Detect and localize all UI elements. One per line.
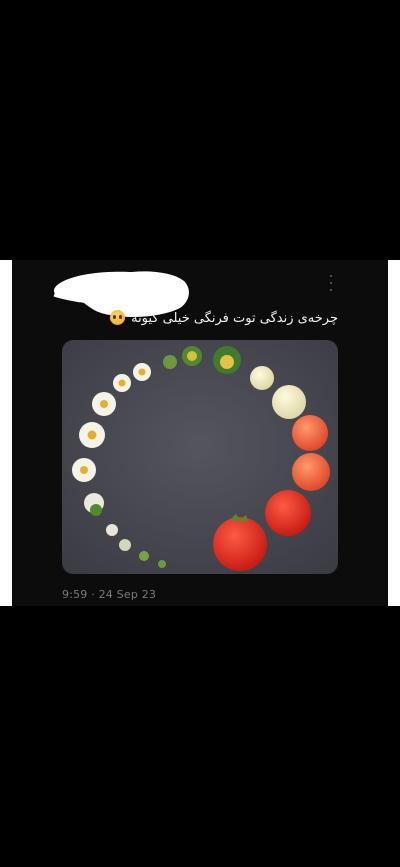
more-options-icon[interactable] bbox=[328, 275, 334, 291]
bud-3 bbox=[139, 551, 149, 561]
blushing-berry bbox=[292, 415, 328, 451]
flower-4 bbox=[79, 422, 105, 448]
screenshot-frame: چرخه‌ی زندگی توت فرنگی خیلی کیوته bbox=[0, 260, 400, 606]
pale-berry bbox=[272, 385, 306, 419]
tweet-timestamp: 9:59 · 24 Sep 23 bbox=[62, 588, 157, 601]
ripe-strawberry bbox=[213, 517, 267, 571]
bud-4 bbox=[158, 560, 166, 568]
ripening-berry bbox=[292, 453, 330, 491]
tweet-photo[interactable] bbox=[62, 340, 338, 574]
pleading-face-emoji-icon bbox=[109, 310, 125, 325]
flower-2 bbox=[113, 374, 131, 392]
flower-bud bbox=[163, 355, 177, 369]
bud-1 bbox=[106, 524, 118, 536]
tweet-text: چرخه‌ی زندگی توت فرنگی خیلی کیوته bbox=[109, 310, 338, 328]
bud-2 bbox=[119, 539, 131, 551]
flower-3 bbox=[92, 392, 116, 416]
flower-1 bbox=[133, 363, 151, 381]
letterbox-top bbox=[0, 0, 400, 260]
strawberry-life-cycle-image bbox=[62, 340, 338, 574]
white-berry bbox=[250, 366, 274, 390]
tweet-card: چرخه‌ی زندگی توت فرنگی خیلی کیوته bbox=[12, 260, 388, 606]
flower-5 bbox=[72, 458, 96, 482]
red-berry bbox=[265, 490, 311, 536]
letterbox-bottom bbox=[0, 606, 400, 867]
